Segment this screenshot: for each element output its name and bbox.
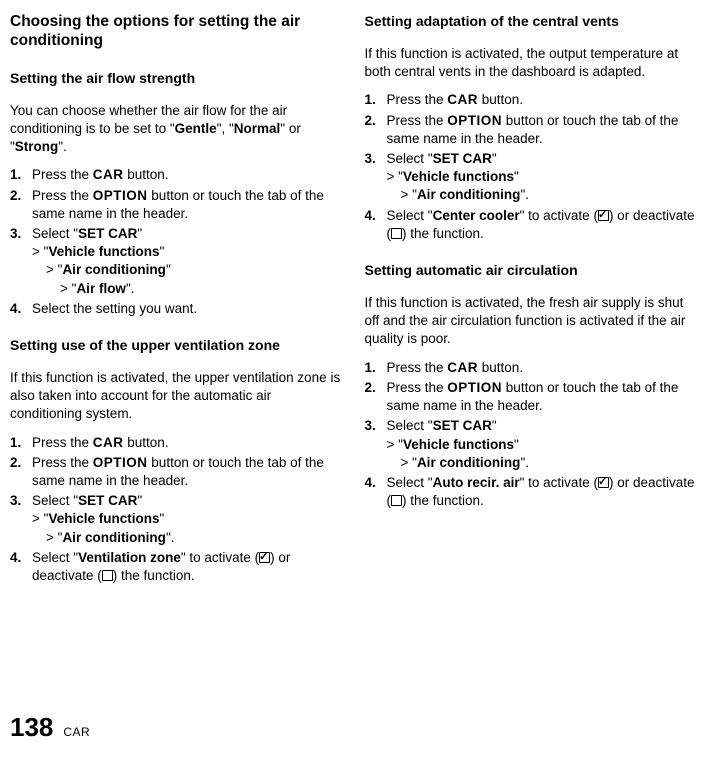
car-button-label: CAR xyxy=(93,167,124,182)
step: Select "Center cooler" to activate () or… xyxy=(365,207,702,243)
nested-path: "Vehicle functions" "Air conditioning". xyxy=(32,510,347,546)
nested-path: "Air conditioning". xyxy=(401,454,702,472)
car-button-label: CAR xyxy=(93,435,124,450)
step: Press the CAR button. xyxy=(365,91,702,109)
checkbox-unchecked-icon xyxy=(102,570,113,581)
step: Press the OPTION button or touch the tab… xyxy=(365,379,702,415)
step: Select "SET CAR" "Vehicle functions" "Ai… xyxy=(365,417,702,472)
option-button-label: OPTION xyxy=(447,113,502,128)
step: Press the CAR button. xyxy=(10,434,347,452)
nested-path: "Air conditioning". xyxy=(46,529,347,547)
intro-paragraph: If this function is activated, the outpu… xyxy=(365,45,702,81)
steps-list: Press the CAR button. Press the OPTION b… xyxy=(10,434,347,586)
option-button-label: OPTION xyxy=(93,455,148,470)
steps-list: Press the CAR button. Press the OPTION b… xyxy=(10,166,347,318)
step: Select the setting you want. xyxy=(10,300,347,318)
page-footer: 138 CAR xyxy=(10,710,90,745)
option-button-label: OPTION xyxy=(93,188,148,203)
left-column: Choosing the options for setting the air… xyxy=(10,12,347,595)
nested-path: "Air conditioning" "Air flow". xyxy=(46,261,347,297)
checkbox-unchecked-icon xyxy=(391,495,402,506)
checkbox-unchecked-icon xyxy=(391,228,402,239)
nested-path: "Vehicle functions" "Air conditioning". xyxy=(387,436,702,472)
nested-path: "Air conditioning". xyxy=(401,186,702,204)
content-columns: Choosing the options for setting the air… xyxy=(10,12,701,595)
right-column: Setting adaptation of the central vents … xyxy=(365,12,702,595)
page-label: CAR xyxy=(63,724,90,740)
step: Select "SET CAR" "Vehicle functions" "Ai… xyxy=(365,150,702,205)
checkbox-checked-icon xyxy=(598,210,609,221)
step: Press the CAR button. xyxy=(10,166,347,184)
section-title: Choosing the options for setting the air… xyxy=(10,12,347,51)
option-button-label: OPTION xyxy=(447,380,502,395)
nested-path: "Vehicle functions" "Air conditioning" "… xyxy=(32,243,347,298)
step: Select "Ventilation zone" to activate ()… xyxy=(10,549,347,585)
step: Press the OPTION button or touch the tab… xyxy=(365,112,702,148)
step: Select "Auto recir. air" to activate () … xyxy=(365,474,702,510)
intro-paragraph: If this function is activated, the fresh… xyxy=(365,294,702,349)
nested-path: "Air flow". xyxy=(60,280,347,298)
steps-list: Press the CAR button. Press the OPTION b… xyxy=(365,91,702,243)
car-button-label: CAR xyxy=(447,360,478,375)
step: Select "SET CAR" "Vehicle functions" "Ai… xyxy=(10,492,347,547)
subsection-heading: Setting adaptation of the central vents xyxy=(365,12,702,31)
subsection-heading: Setting automatic air circulation xyxy=(365,261,702,280)
step: Press the CAR button. xyxy=(365,359,702,377)
subsection-heading: Setting the air flow strength xyxy=(10,69,347,88)
nested-path: "Vehicle functions" "Air conditioning". xyxy=(387,168,702,204)
steps-list: Press the CAR button. Press the OPTION b… xyxy=(365,359,702,511)
page-number: 138 xyxy=(10,710,53,745)
step: Press the OPTION button or touch the tab… xyxy=(10,187,347,223)
subsection-heading: Setting use of the upper ventilation zon… xyxy=(10,336,347,355)
step: Select "SET CAR" "Vehicle functions" "Ai… xyxy=(10,225,347,298)
intro-paragraph: If this function is activated, the upper… xyxy=(10,369,347,424)
checkbox-checked-icon xyxy=(598,477,609,488)
checkbox-checked-icon xyxy=(259,552,270,563)
step: Press the OPTION button or touch the tab… xyxy=(10,454,347,490)
intro-paragraph: You can choose whether the air flow for … xyxy=(10,102,347,157)
car-button-label: CAR xyxy=(447,92,478,107)
